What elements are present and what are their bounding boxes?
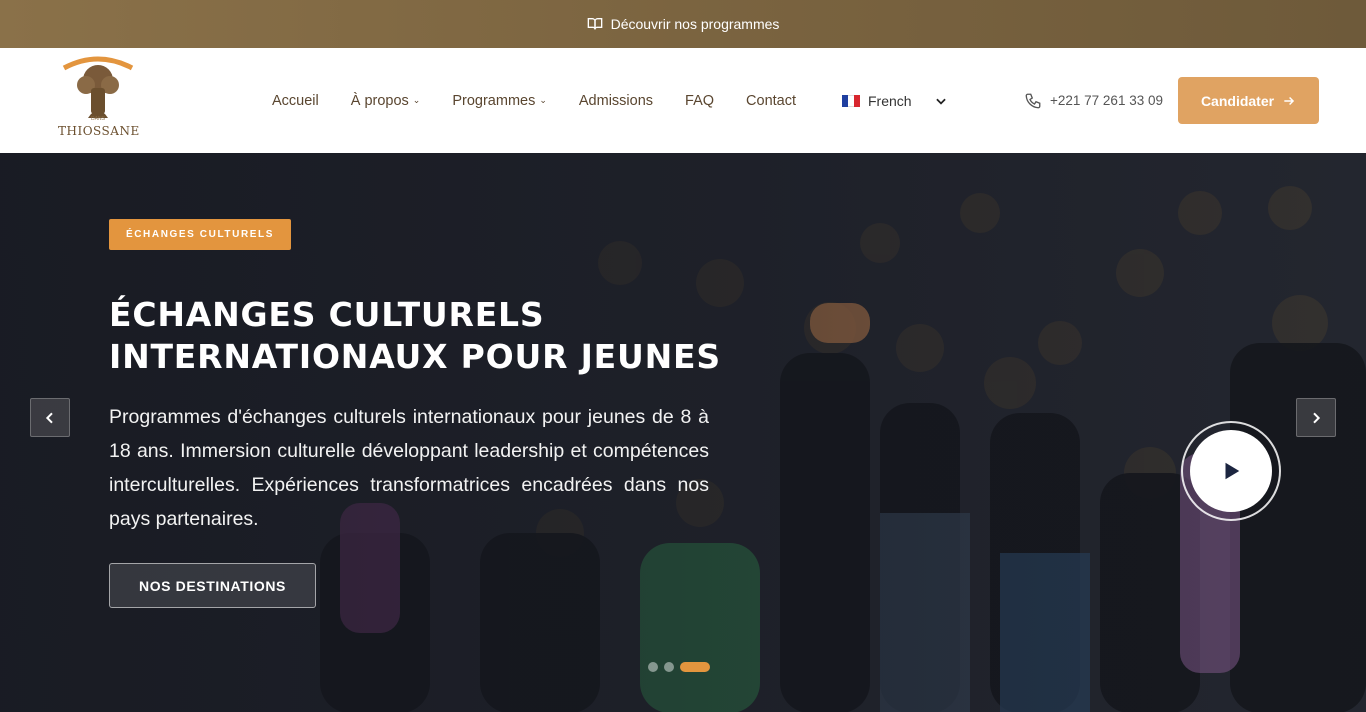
- chevron-left-icon: [45, 412, 53, 423]
- nav-label: À propos: [350, 92, 409, 109]
- chevron-right-icon: [1313, 412, 1321, 423]
- slider-dot[interactable]: [664, 662, 674, 672]
- language-label: French: [868, 92, 912, 109]
- chevron-down-icon: ⌄: [412, 95, 421, 105]
- logo-small-text: DANS: [91, 116, 105, 122]
- apply-button[interactable]: Candidater: [1178, 77, 1319, 124]
- slider-next-button[interactable]: [1296, 398, 1336, 437]
- baobab-logo-icon: [62, 56, 134, 118]
- play-icon: [1225, 462, 1240, 480]
- book-open-icon: [587, 18, 602, 30]
- arrow-right-icon: [1284, 96, 1295, 105]
- nav-item-a-propos[interactable]: À propos ⌄: [351, 93, 421, 109]
- nav-item-faq[interactable]: FAQ: [685, 93, 714, 109]
- nav-label: FAQ: [685, 92, 715, 109]
- hero-title-line1: ÉCHANGES CULTURELS: [109, 295, 545, 334]
- nav-label: Accueil: [272, 92, 319, 109]
- hero-slider: ÉCHANGES CULTURELS ÉCHANGES CULTURELS IN…: [0, 153, 1366, 712]
- site-logo[interactable]: DANS THIOSSANE: [58, 54, 140, 146]
- phone-contact[interactable]: +221 77 261 33 09: [1024, 48, 1163, 153]
- chevron-down-icon: ⌄: [539, 95, 547, 105]
- slider-dot-active[interactable]: [680, 662, 710, 672]
- nav-label: Programmes: [452, 92, 536, 109]
- discover-programs-link[interactable]: Découvrir nos programmes: [587, 16, 780, 32]
- discover-programs-label: Découvrir nos programmes: [610, 16, 780, 32]
- nav-label: Admissions: [578, 92, 654, 109]
- nav-label: Contact: [746, 92, 797, 109]
- play-button-inner: [1190, 430, 1272, 512]
- slider-dot[interactable]: [648, 662, 658, 672]
- hero-description: Programmes d'échanges culturels internat…: [109, 406, 709, 530]
- slider-prev-button[interactable]: [30, 398, 70, 437]
- slider-pagination: [648, 662, 710, 672]
- phone-number: +221 77 261 33 09: [1050, 93, 1163, 108]
- hero-title: ÉCHANGES CULTURELS INTERNATIONAUX POUR J…: [109, 294, 789, 378]
- chevron-down-icon: [935, 98, 946, 105]
- phone-icon: [1025, 93, 1041, 108]
- destinations-button[interactable]: NOS DESTINATIONS: [109, 563, 316, 608]
- top-banner: Découvrir nos programmes: [0, 0, 1366, 48]
- nav-item-contact[interactable]: Contact: [746, 93, 796, 109]
- france-flag-icon: [842, 94, 860, 107]
- hero-category-tag: ÉCHANGES CULTURELS: [109, 219, 291, 250]
- nav-item-admissions[interactable]: Admissions: [579, 93, 653, 109]
- nav-item-programmes[interactable]: Programmes ⌄: [452, 93, 547, 109]
- site-header: DANS THIOSSANE Accueil À propos ⌄ Program…: [0, 48, 1366, 153]
- video-play-button[interactable]: [1181, 421, 1281, 521]
- logo-name: THIOSSANE: [58, 124, 140, 138]
- apply-button-label: Candidater: [1200, 92, 1275, 109]
- nav-item-accueil[interactable]: Accueil: [272, 93, 319, 109]
- hero-title-line2: INTERNATIONAUX POUR JEUNES: [109, 337, 721, 376]
- language-selector[interactable]: French: [842, 48, 948, 153]
- main-nav: Accueil À propos ⌄ Programmes ⌄ Admissions…: [272, 48, 796, 153]
